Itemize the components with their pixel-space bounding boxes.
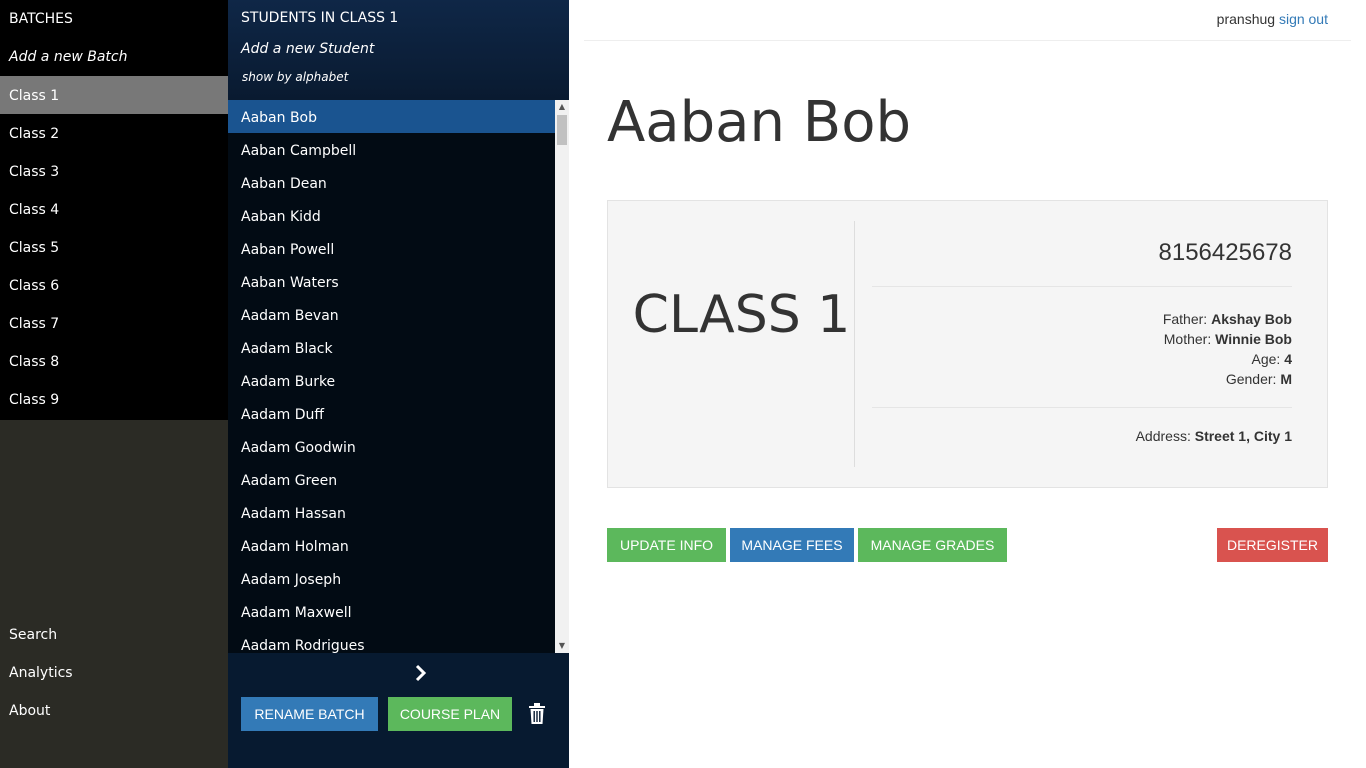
age-label: Age: xyxy=(1251,351,1281,367)
batch-item[interactable]: Class 6 xyxy=(0,266,228,304)
batch-item[interactable]: Class 3 xyxy=(0,152,228,190)
student-name-heading: Aaban Bob xyxy=(607,90,912,155)
phone-number: 8156425678 xyxy=(872,221,1292,287)
batch-item[interactable]: Class 5 xyxy=(0,228,228,266)
student-list-item[interactable]: Aadam Green xyxy=(228,463,555,496)
sidebar-bottom-nav: Search Analytics About xyxy=(0,615,228,729)
scroll-up-arrow-icon[interactable]: ▲ xyxy=(555,100,569,114)
deregister-button[interactable]: DEREGISTER xyxy=(1217,528,1328,562)
address-value: Street 1, City 1 xyxy=(1194,428,1292,444)
student-list-scrollbar[interactable]: ▲ ▼ xyxy=(555,100,569,653)
father-label: Father: xyxy=(1162,311,1208,327)
age-value: 4 xyxy=(1284,351,1292,367)
mother-label: Mother: xyxy=(1163,331,1212,347)
student-list-item[interactable]: Aaban Powell xyxy=(228,232,555,265)
batches-title: BATCHES xyxy=(9,11,73,27)
student-list-item[interactable]: Aaban Kidd xyxy=(228,199,555,232)
gender-value: M xyxy=(1280,371,1292,387)
student-list-item[interactable]: Aaban Waters xyxy=(228,265,555,298)
about-link[interactable]: About xyxy=(0,691,228,729)
trash-icon[interactable] xyxy=(528,703,546,725)
student-list-item[interactable]: Aadam Joseph xyxy=(228,562,555,595)
father-value: Akshay Bob xyxy=(1211,311,1292,327)
batch-item[interactable]: Class 9 xyxy=(0,380,228,418)
student-list-item[interactable]: Aadam Hassan xyxy=(228,496,555,529)
batch-item[interactable]: Class 2 xyxy=(0,114,228,152)
user-info: pranshug sign out xyxy=(1217,11,1328,27)
class-label: CLASS 1 xyxy=(632,285,851,345)
add-batch-link[interactable]: Add a new Batch xyxy=(0,38,228,76)
main-content: pranshug sign out Aaban Bob CLASS 1 8156… xyxy=(569,0,1366,768)
batch-item[interactable]: Class 8 xyxy=(0,342,228,380)
class-box: CLASS 1 xyxy=(628,221,855,467)
student-info-card: CLASS 1 8156425678 Father: Akshay Bob Mo… xyxy=(607,200,1328,488)
top-bar: pranshug sign out xyxy=(584,0,1351,41)
address-row: Address: Street 1, City 1 xyxy=(872,408,1292,444)
gender-label: Gender: xyxy=(1225,371,1277,387)
batches-list-container: BATCHES Add a new Batch Class 1 Class 2 Cl… xyxy=(0,0,228,420)
student-list-item[interactable]: Aaban Dean xyxy=(228,166,555,199)
scroll-down-arrow-icon[interactable]: ▼ xyxy=(555,639,569,653)
manage-fees-button[interactable]: MANAGE FEES xyxy=(730,528,854,562)
student-list-item[interactable]: Aadam Bevan xyxy=(228,298,555,331)
add-student-link[interactable]: Add a new Student xyxy=(228,35,569,68)
student-list-item[interactable]: Aadam Black xyxy=(228,331,555,364)
age-row: Age: 4 xyxy=(872,349,1293,369)
student-list-item[interactable]: Aadam Rodrigues xyxy=(228,628,555,653)
batch-item[interactable]: Class 4 xyxy=(0,190,228,228)
mother-value: Winnie Bob xyxy=(1215,331,1292,347)
scroll-thumb[interactable] xyxy=(557,115,567,145)
search-link[interactable]: Search xyxy=(0,615,228,653)
student-list-item[interactable]: Aaban Campbell xyxy=(228,133,555,166)
username: pranshug xyxy=(1216,11,1276,27)
students-panel: STUDENTS IN CLASS 1 Add a new Student sh… xyxy=(228,0,569,768)
student-list-item[interactable]: Aadam Maxwell xyxy=(228,595,555,628)
chevron-right-icon[interactable] xyxy=(414,663,428,683)
student-list-item[interactable]: Aaban Bob xyxy=(228,100,555,133)
students-footer: RENAME BATCH COURSE PLAN xyxy=(228,653,569,768)
student-list-item[interactable]: Aadam Burke xyxy=(228,364,555,397)
student-list[interactable]: Aaban Bob Aaban Campbell Aaban Dean Aaban K… xyxy=(228,100,555,653)
student-list-item[interactable]: Aadam Goodwin xyxy=(228,430,555,463)
update-info-button[interactable]: UPDATE INFO xyxy=(607,528,726,562)
mother-row: Mother: Winnie Bob xyxy=(872,329,1292,349)
student-actions: UPDATE INFO MANAGE FEES MANAGE GRADES DE… xyxy=(607,528,1328,562)
manage-grades-button[interactable]: MANAGE GRADES xyxy=(858,528,1007,562)
batch-item[interactable]: Class 7 xyxy=(0,304,228,342)
student-list-item[interactable]: Aadam Holman xyxy=(228,529,555,562)
family-details: Father: Akshay Bob Mother: Winnie Bob Ag… xyxy=(872,287,1292,408)
gender-row: Gender: M xyxy=(872,369,1292,389)
students-title: STUDENTS IN CLASS 1 xyxy=(241,10,399,26)
student-details: 8156425678 Father: Akshay Bob Mother: Wi… xyxy=(872,221,1292,444)
sign-out-link[interactable]: sign out xyxy=(1279,11,1328,27)
analytics-link[interactable]: Analytics xyxy=(0,653,228,691)
students-header: STUDENTS IN CLASS 1 Add a new Student sh… xyxy=(228,0,569,100)
show-by-alphabet-link[interactable]: show by alphabet xyxy=(228,68,569,84)
address-label: Address: xyxy=(1135,428,1191,444)
batches-sidebar: BATCHES Add a new Batch Class 1 Class 2 Cl… xyxy=(0,0,228,768)
father-row: Father: Akshay Bob xyxy=(872,309,1292,329)
app-root: BATCHES Add a new Batch Class 1 Class 2 Cl… xyxy=(0,0,1366,768)
course-plan-button[interactable]: COURSE PLAN xyxy=(388,697,512,731)
student-list-item[interactable]: Aadam Duff xyxy=(228,397,555,430)
rename-batch-button[interactable]: RENAME BATCH xyxy=(241,697,378,731)
batch-item[interactable]: Class 1 xyxy=(0,76,228,114)
batch-list: Class 1 Class 2 Class 3 Class 4 Class 5 Class… xyxy=(0,76,228,418)
